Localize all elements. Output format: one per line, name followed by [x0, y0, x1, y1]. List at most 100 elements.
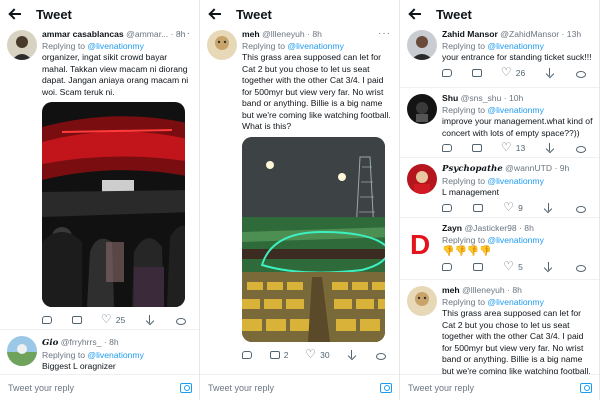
- display-name[interactable]: meh: [442, 285, 460, 295]
- avatar[interactable]: [407, 164, 437, 194]
- download-button[interactable]: [544, 261, 554, 272]
- reply-button[interactable]: [442, 68, 452, 77]
- more-options-icon[interactable]: ···: [178, 28, 191, 39]
- like-button[interactable]: 5: [503, 259, 523, 273]
- mention-link[interactable]: @livenationmy: [487, 176, 544, 186]
- like-button[interactable]: 30: [305, 347, 329, 361]
- retweet-icon: [473, 203, 484, 213]
- mention-link[interactable]: @livenationmy: [487, 41, 544, 51]
- user-handle[interactable]: @llleneyuh: [462, 285, 505, 295]
- retweet-icon: [269, 350, 280, 360]
- retweet-button[interactable]: [471, 143, 482, 153]
- user-handle[interactable]: @llleneyuh: [262, 29, 305, 39]
- download-button[interactable]: [347, 349, 357, 360]
- retweet-button[interactable]: 2: [269, 350, 288, 360]
- tweet-actions: 5: [442, 258, 593, 276]
- display-name[interactable]: Psychopathe: [442, 164, 503, 174]
- tweet-item[interactable]: Shu @sns_shu · 10h Replying to @livenati…: [400, 88, 599, 158]
- user-handle[interactable]: @Jasticker98: [464, 223, 516, 233]
- mention-link[interactable]: @livenationmy: [87, 41, 144, 51]
- avatar[interactable]: [407, 286, 437, 316]
- mention-link[interactable]: @livenationmy: [87, 350, 144, 360]
- reply-button[interactable]: [442, 203, 452, 212]
- tweet-header: Zahid Mansor @ZahidMansor · 13h: [442, 28, 593, 40]
- like-button[interactable]: 9: [503, 200, 523, 214]
- display-name[interactable]: Shu: [442, 93, 458, 103]
- replying-to: Replying to @livenationmy: [442, 235, 544, 245]
- display-name[interactable]: Gio: [42, 338, 58, 348]
- share-button[interactable]: [575, 203, 586, 213]
- like-button[interactable]: 26: [501, 65, 525, 79]
- reply-input[interactable]: Tweet your reply: [208, 383, 274, 393]
- share-button[interactable]: [575, 262, 586, 272]
- tweet-item[interactable]: Gio @frryhrrs_ · 8h Replying to @livenat…: [0, 330, 199, 373]
- screenshot-collage: Tweet ammar casablancas @ammar... · 8h ·…: [0, 0, 600, 400]
- user-handle[interactable]: @frryhrrs_: [61, 337, 102, 347]
- display-name[interactable]: meh: [242, 29, 260, 39]
- tweet-text: 👎👎👎👎: [442, 246, 492, 257]
- reply-input[interactable]: Tweet your reply: [8, 383, 74, 393]
- user-handle[interactable]: @ammar...: [126, 29, 168, 39]
- mention-link[interactable]: @livenationmy: [487, 235, 544, 245]
- download-button[interactable]: [544, 202, 554, 213]
- reply-composer[interactable]: Tweet your reply: [400, 374, 599, 400]
- retweet-button[interactable]: [473, 203, 484, 213]
- share-button[interactable]: [575, 68, 586, 78]
- reply-button[interactable]: [242, 350, 252, 359]
- avatar[interactable]: [7, 30, 37, 60]
- avatar[interactable]: [407, 30, 437, 60]
- tweet-item[interactable]: meh @llleneyuh · 8h Replying to @livenat…: [400, 280, 599, 377]
- download-icon: [545, 67, 555, 78]
- tweet-item[interactable]: Psychopathe @wannUTD · 9h Replying to @l…: [400, 158, 599, 218]
- mention-link[interactable]: @livenationmy: [487, 297, 544, 307]
- like-button[interactable]: 13: [501, 140, 525, 154]
- share-button[interactable]: [375, 350, 386, 360]
- tweet-photo[interactable]: [42, 102, 185, 307]
- back-arrow-icon[interactable]: [208, 7, 222, 21]
- download-icon: [544, 202, 554, 213]
- retweet-icon: [473, 262, 484, 272]
- share-button[interactable]: [175, 315, 186, 325]
- tweet-actions: 2 30: [242, 346, 393, 364]
- mention-link[interactable]: @livenationmy: [287, 41, 344, 51]
- avatar[interactable]: [207, 30, 237, 60]
- back-arrow-icon[interactable]: [408, 7, 422, 21]
- tweet-text: organizer, ingat sikit crowd bayar mahal…: [42, 52, 189, 97]
- retweet-button[interactable]: [471, 68, 482, 78]
- tweet-photo[interactable]: [242, 136, 385, 342]
- download-button[interactable]: [545, 67, 555, 78]
- avatar[interactable]: [7, 336, 37, 366]
- timestamp: · 8h: [519, 223, 534, 233]
- timestamp: · 13h: [561, 29, 582, 39]
- tweet-item[interactable]: meh @llleneyuh · 8h ··· Replying to @liv…: [200, 28, 399, 364]
- camera-icon[interactable]: [380, 382, 392, 393]
- retweet-button[interactable]: [71, 315, 82, 325]
- display-name[interactable]: Zahid Mansor: [442, 29, 498, 39]
- download-button[interactable]: [545, 143, 555, 153]
- reply-composer[interactable]: Tweet your reply: [200, 374, 399, 400]
- tweet-text: improve your management.what kind of con…: [442, 116, 593, 138]
- camera-icon[interactable]: [180, 382, 192, 393]
- tweet-item[interactable]: ammar casablancas @ammar... · 8h ··· Rep…: [0, 28, 199, 330]
- reply-button[interactable]: [442, 144, 452, 152]
- avatar[interactable]: [407, 94, 437, 124]
- mention-link[interactable]: @livenationmy: [487, 105, 544, 115]
- reply-input[interactable]: Tweet your reply: [408, 383, 474, 393]
- reply-composer[interactable]: Tweet your reply: [0, 374, 199, 400]
- camera-icon[interactable]: [580, 382, 592, 393]
- user-handle[interactable]: @sns_shu: [461, 93, 502, 103]
- like-button[interactable]: 25: [101, 312, 125, 326]
- back-arrow-icon[interactable]: [8, 7, 22, 21]
- reply-button[interactable]: [442, 262, 452, 271]
- user-handle[interactable]: @ZahidMansor: [500, 29, 559, 39]
- retweet-button[interactable]: [473, 262, 484, 272]
- replying-to: Replying to @livenationmy: [442, 41, 544, 51]
- download-button[interactable]: [145, 315, 155, 325]
- display-name[interactable]: ammar casablancas: [42, 29, 124, 39]
- reply-button[interactable]: [42, 316, 52, 324]
- share-button[interactable]: [575, 143, 586, 153]
- user-handle[interactable]: @wannUTD: [505, 163, 552, 173]
- tweet-item[interactable]: Zahid Mansor @ZahidMansor · 13h Replying…: [400, 28, 599, 88]
- more-options-icon[interactable]: ···: [378, 28, 391, 39]
- display-name[interactable]: Zayn: [442, 223, 462, 233]
